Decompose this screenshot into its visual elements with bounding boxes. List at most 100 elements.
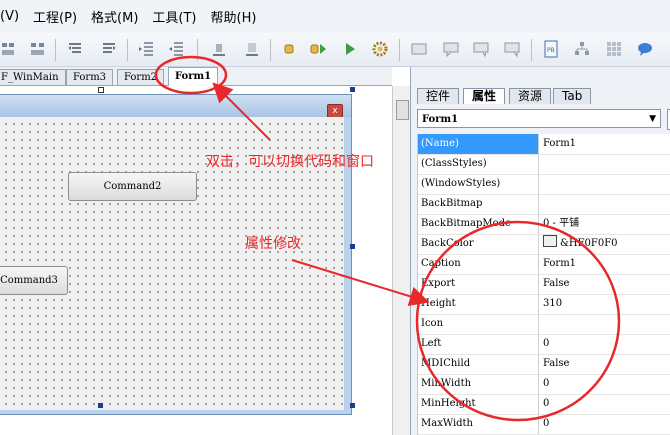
resize-handle-top-right[interactable] (350, 87, 355, 92)
menu-view[interactable]: (V) (0, 9, 26, 24)
format-icon[interactable] (243, 40, 261, 58)
property-name: MinWidth (418, 374, 539, 394)
svg-text:PB: PB (547, 47, 555, 54)
property-value[interactable] (543, 194, 670, 214)
tab-form1[interactable]: Form1 (168, 67, 219, 86)
resize-handle-top[interactable] (98, 87, 104, 93)
property-value[interactable]: &HF0F0F0 (543, 234, 670, 254)
tab-form3[interactable]: Form3 (66, 69, 114, 85)
message-icon[interactable] (636, 40, 654, 58)
menu-tools[interactable]: 工具(T) (145, 7, 203, 26)
property-value[interactable]: False (543, 354, 670, 374)
property-row[interactable]: Height 310 (418, 294, 670, 315)
annotation-property-edit: 属性修改 (245, 236, 301, 252)
property-row[interactable]: (ClassStyles) (418, 154, 670, 175)
menu-project[interactable]: 工程(P) (26, 7, 84, 26)
tab-f-winmain[interactable]: F_WinMain (0, 69, 66, 85)
menu-bar: (V) 工程(P) 格式(M) 工具(T) 帮助(H) (0, 0, 670, 34)
close-icon[interactable]: x (327, 104, 343, 118)
property-name: Height (418, 294, 539, 314)
property-value[interactable]: False (543, 274, 670, 294)
property-value[interactable]: 0 (543, 374, 670, 394)
tab-resources[interactable]: 资源 (509, 88, 552, 104)
window-icon[interactable] (410, 40, 428, 58)
tab-form2[interactable]: Form2 (117, 69, 165, 85)
step-icon[interactable] (309, 40, 327, 58)
property-value-text: &HF0F0F0 (560, 238, 618, 249)
property-row[interactable]: Left 0 (418, 334, 670, 355)
align-left-icon[interactable] (0, 40, 18, 58)
property-row[interactable]: MDIChild False (418, 354, 670, 375)
property-row[interactable]: Icon (418, 314, 670, 335)
redo-icon[interactable] (100, 40, 118, 58)
chat-3-icon[interactable] (503, 40, 521, 58)
property-row[interactable]: (Name) Form1 (418, 134, 670, 155)
property-value[interactable]: Form1 (543, 254, 670, 274)
resize-handle-bottom[interactable] (98, 403, 103, 408)
object-selector[interactable]: Form1 ▼ (417, 109, 661, 128)
property-value[interactable]: 0 (543, 334, 670, 354)
property-value[interactable]: 0 - 平铺 (543, 214, 670, 234)
property-name: MinHeight (418, 394, 539, 414)
property-row[interactable]: BackBitmap (418, 194, 670, 215)
property-name: Export (418, 274, 539, 294)
property-row[interactable]: BackColor &HF0F0F0 (418, 234, 670, 255)
menu-help[interactable]: 帮助(H) (204, 7, 264, 26)
property-name: MDIChild (418, 354, 539, 374)
property-value[interactable]: 310 (543, 294, 670, 314)
property-name: BackBitmap (418, 194, 539, 214)
object-selector-value: Form1 (422, 114, 459, 125)
property-name: MaxWidth (418, 414, 539, 434)
run-icon[interactable] (341, 40, 359, 58)
property-value[interactable]: Form1 (543, 134, 670, 154)
property-value[interactable] (543, 174, 670, 194)
chat-icon[interactable] (442, 40, 460, 58)
form-titlebar[interactable]: x (0, 95, 351, 118)
scrollbar-thumb[interactable] (396, 100, 409, 120)
property-name: Icon (418, 314, 539, 334)
property-name: (ClassStyles) (418, 154, 539, 174)
align-center-icon[interactable] (29, 40, 47, 58)
form-designer[interactable]: x Command2 Command3 (0, 86, 392, 435)
command2-button[interactable]: Command2 (68, 172, 197, 201)
property-value[interactable]: 0 (543, 394, 670, 414)
property-row[interactable]: Export False (418, 274, 670, 295)
resize-handle-bottom-right[interactable] (350, 403, 355, 408)
resize-handle-right[interactable] (350, 244, 355, 249)
color-swatch (543, 235, 557, 247)
property-row[interactable]: MinWidth 0 (418, 374, 670, 395)
property-row[interactable]: MinHeight 0 (418, 394, 670, 415)
tree-icon[interactable] (573, 40, 591, 58)
designer-scrollbar[interactable] (392, 86, 411, 435)
property-value[interactable]: 0 (543, 414, 670, 434)
property-row[interactable]: MaxWidth 0 (418, 414, 670, 435)
property-name: Caption (418, 254, 539, 274)
toolbar: PB (0, 33, 670, 67)
chat-2-icon[interactable] (472, 40, 490, 58)
stop-icon[interactable] (280, 40, 298, 58)
panel-tabs: 控件 属性 资源 Tab (411, 86, 670, 104)
property-name: BackBitmapMode (418, 214, 539, 234)
align-icon[interactable] (210, 40, 228, 58)
menu-format[interactable]: 格式(M) (84, 7, 145, 26)
command3-button[interactable]: Command3 (0, 266, 68, 295)
property-row[interactable]: (WindowStyles) (418, 174, 670, 195)
properties-icon[interactable]: PB (542, 40, 560, 58)
tab-controls[interactable]: 控件 (417, 88, 460, 104)
form-window[interactable]: x Command2 Command3 (0, 94, 352, 415)
chevron-down-icon[interactable]: ▼ (649, 110, 656, 129)
annotation-double-click: 双击，可以切换代码和窗口 (206, 154, 374, 170)
property-grid: (Name) Form1 (ClassStyles) (WindowStyles… (417, 134, 670, 435)
tab-properties[interactable]: 属性 (463, 88, 506, 104)
property-row[interactable]: BackBitmapMode 0 - 平铺 (418, 214, 670, 235)
tab-tab[interactable]: Tab (553, 88, 592, 104)
property-value[interactable] (543, 314, 670, 334)
property-value[interactable] (543, 154, 670, 174)
property-name: Left (418, 334, 539, 354)
outdent-icon[interactable] (167, 40, 185, 58)
property-row[interactable]: Caption Form1 (418, 254, 670, 275)
gear-icon[interactable] (371, 40, 389, 58)
undo-icon[interactable] (66, 40, 84, 58)
indent-icon[interactable] (137, 40, 155, 58)
grid-icon[interactable] (605, 40, 623, 58)
